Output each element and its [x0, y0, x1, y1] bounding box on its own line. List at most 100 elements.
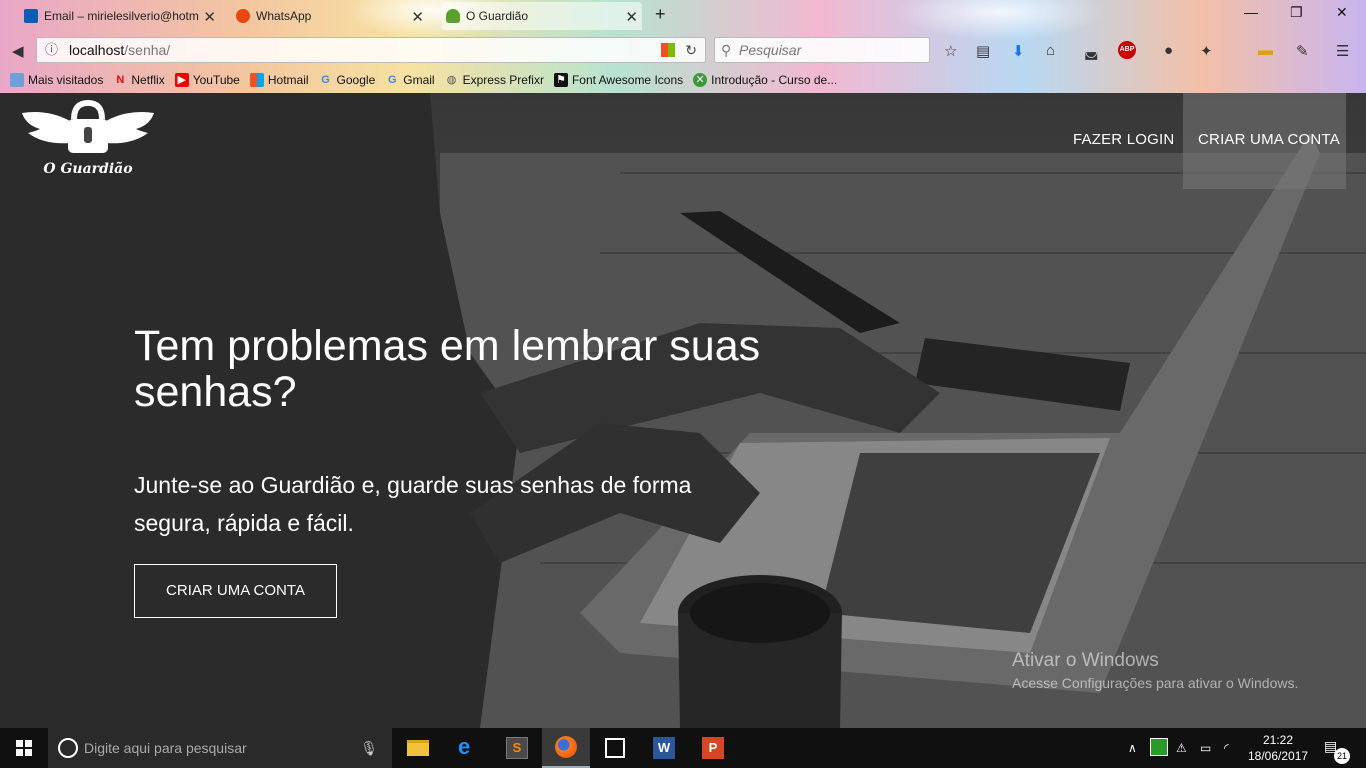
flag-icon: ⚑ [553, 73, 568, 87]
edge-app[interactable]: e [444, 728, 492, 768]
word-icon: W [653, 737, 675, 759]
hero-title: Tem problemas em lembrar suas senhas? [134, 322, 761, 416]
site-logo[interactable]: O Guardião [18, 99, 158, 179]
clock-time: 21:22 [1262, 733, 1294, 747]
sublime-app[interactable]: S [493, 728, 541, 768]
search-placeholder: Pesquisar [739, 42, 802, 58]
bookmark-font-awesome[interactable]: ⚑ Font Awesome Icons [553, 73, 683, 87]
edge-icon: e [458, 734, 471, 759]
landing-page: O Guardião FAZER LOGIN CRIAR UMA CONTA T… [0, 93, 1366, 728]
tray-app-icon[interactable] [1150, 738, 1168, 756]
tab-o-guardiao[interactable]: O Guardião ✕ [442, 2, 642, 30]
powerpoint-app[interactable]: P [689, 728, 737, 768]
navigation-toolbar: ◀ ⓘ localhost/senha/ ↻ ⚲ Pesquisar ☆ ▤ ⬇… [0, 34, 1366, 66]
google-icon: G [321, 74, 330, 86]
store-icon [605, 738, 625, 758]
taskbar-clock[interactable]: 21:22 18/06/2017 [1248, 732, 1308, 764]
outlook-icon [24, 9, 38, 23]
close-icon[interactable]: ✕ [625, 8, 638, 26]
close-icon[interactable]: ✕ [203, 8, 216, 26]
search-bar[interactable]: ⚲ Pesquisar [714, 37, 930, 63]
bookmark-google[interactable]: G Google [319, 73, 375, 87]
firefox-icon [555, 736, 577, 758]
tab-strip: Email – mirielesilverio@hotm ✕ WhatsApp … [0, 0, 1366, 32]
store-app[interactable] [591, 728, 639, 768]
watermark-title: Ativar o Windows [1012, 650, 1159, 671]
bookmark-introducao[interactable]: ✕ Introdução - Curso de... [693, 73, 837, 87]
eyedropper-icon[interactable]: ✎ [1296, 42, 1309, 60]
info-icon[interactable]: ⓘ [45, 38, 58, 62]
watermark-text: Acesse Configurações para ativar o Windo… [1012, 675, 1299, 691]
extension-icon[interactable]: ● [1164, 42, 1173, 59]
minimize-button[interactable]: — [1244, 4, 1258, 20]
tray-expand-icon[interactable]: ∧ [1128, 728, 1137, 768]
tray-network-alert-icon[interactable]: ⚠ [1176, 728, 1187, 768]
cortana-icon [58, 738, 78, 758]
clock-date: 18/06/2017 [1248, 749, 1309, 763]
home-icon[interactable]: ⌂ [1046, 42, 1055, 59]
taskbar-search-placeholder: Digite aqui para pesquisar [84, 740, 247, 756]
adblock-icon[interactable]: ABP [1118, 41, 1136, 59]
course-icon: ✕ [693, 73, 708, 87]
bookmark-express-prefixr[interactable]: ◍ Express Prefixr [445, 73, 544, 87]
youtube-icon: ▶ [174, 73, 189, 87]
back-icon[interactable]: ◀ [12, 42, 24, 60]
brand-name: O Guardião [43, 161, 133, 177]
start-button[interactable] [0, 728, 48, 768]
close-icon[interactable]: ✕ [411, 8, 424, 26]
microphone-icon[interactable]: 🎙 [360, 728, 378, 768]
url-path: /senha/ [124, 42, 171, 58]
windows-taskbar: Digite aqui para pesquisar 🎙 e S W P ∧ ⚠… [0, 728, 1366, 768]
bookmark-hotmail[interactable]: Hotmail [249, 73, 309, 87]
google-icon: G [387, 74, 397, 86]
alert-icon [236, 9, 250, 23]
winged-padlock-icon [22, 99, 154, 153]
windows-logo-icon [249, 73, 264, 87]
windows-start-icon [16, 740, 32, 756]
netflix-icon: N [116, 74, 125, 86]
hero-subtitle: Junte-se ao Guardião e, guarde suas senh… [134, 472, 692, 536]
menu-icon[interactable]: ☰ [1336, 42, 1349, 60]
new-tab-button[interactable]: + [655, 4, 666, 25]
download-icon[interactable]: ⬇ [1012, 42, 1025, 60]
powerpoint-icon: P [702, 737, 724, 759]
window-close-button[interactable]: ✕ [1336, 4, 1348, 21]
bookmarks-toolbar: Mais visitados N Netflix ▶ YouTube Hotmail… [0, 69, 1366, 91]
wifi-icon[interactable]: ◜ [1224, 728, 1229, 768]
browser-chrome: Email – mirielesilverio@hotm ✕ WhatsApp … [0, 0, 1366, 93]
reload-icon[interactable]: ↻ [685, 38, 697, 62]
tab-label: Email – mirielesilverio@hotm [44, 9, 199, 23]
bookmark-star-icon[interactable]: ☆ [944, 42, 957, 60]
bookmark-netflix[interactable]: N Netflix [113, 73, 164, 87]
windows-logo-icon [661, 43, 675, 57]
firefox-app[interactable] [542, 728, 590, 768]
sublime-icon: S [506, 737, 528, 759]
nav-signup-link[interactable]: CRIAR UMA CONTA [1198, 131, 1340, 148]
word-app[interactable]: W [640, 728, 688, 768]
url-host: localhost [69, 42, 125, 58]
create-account-button[interactable]: CRIAR UMA CONTA [134, 564, 337, 618]
folder-icon [10, 73, 24, 87]
taskbar-search-box[interactable]: Digite aqui para pesquisar 🎙 [48, 728, 392, 768]
tab-label: O Guardião [466, 9, 529, 23]
padlock-icon [446, 9, 460, 23]
bookmark-mais-visitados[interactable]: Mais visitados [10, 73, 103, 87]
windows-activation-watermark: Ativar o Windows Acesse Configurações pa… [1012, 650, 1298, 691]
tab-email[interactable]: Email – mirielesilverio@hotm ✕ [20, 2, 220, 30]
globe-icon: ◍ [446, 74, 457, 86]
nav-login-link[interactable]: FAZER LOGIN [1073, 131, 1174, 148]
bookmark-youtube[interactable]: ▶ YouTube [174, 73, 240, 87]
ruler-icon[interactable]: ▬ [1258, 42, 1273, 59]
battery-icon[interactable]: ▭ [1200, 728, 1211, 768]
file-explorer-app[interactable] [394, 728, 442, 768]
bookmark-gmail[interactable]: G Gmail [385, 73, 435, 87]
search-icon: ⚲ [721, 42, 732, 58]
pocket-icon[interactable]: ◛ [1084, 42, 1099, 60]
restore-button[interactable]: ❐ [1290, 4, 1303, 21]
notification-count-badge: 21 [1334, 748, 1350, 764]
address-bar[interactable]: ⓘ localhost/senha/ ↻ [36, 37, 706, 63]
reading-list-icon[interactable]: ▤ [976, 42, 990, 60]
folder-icon [407, 740, 429, 756]
tab-whatsapp[interactable]: WhatsApp ✕ [232, 2, 428, 30]
satellite-icon[interactable]: ✦ [1200, 42, 1213, 60]
